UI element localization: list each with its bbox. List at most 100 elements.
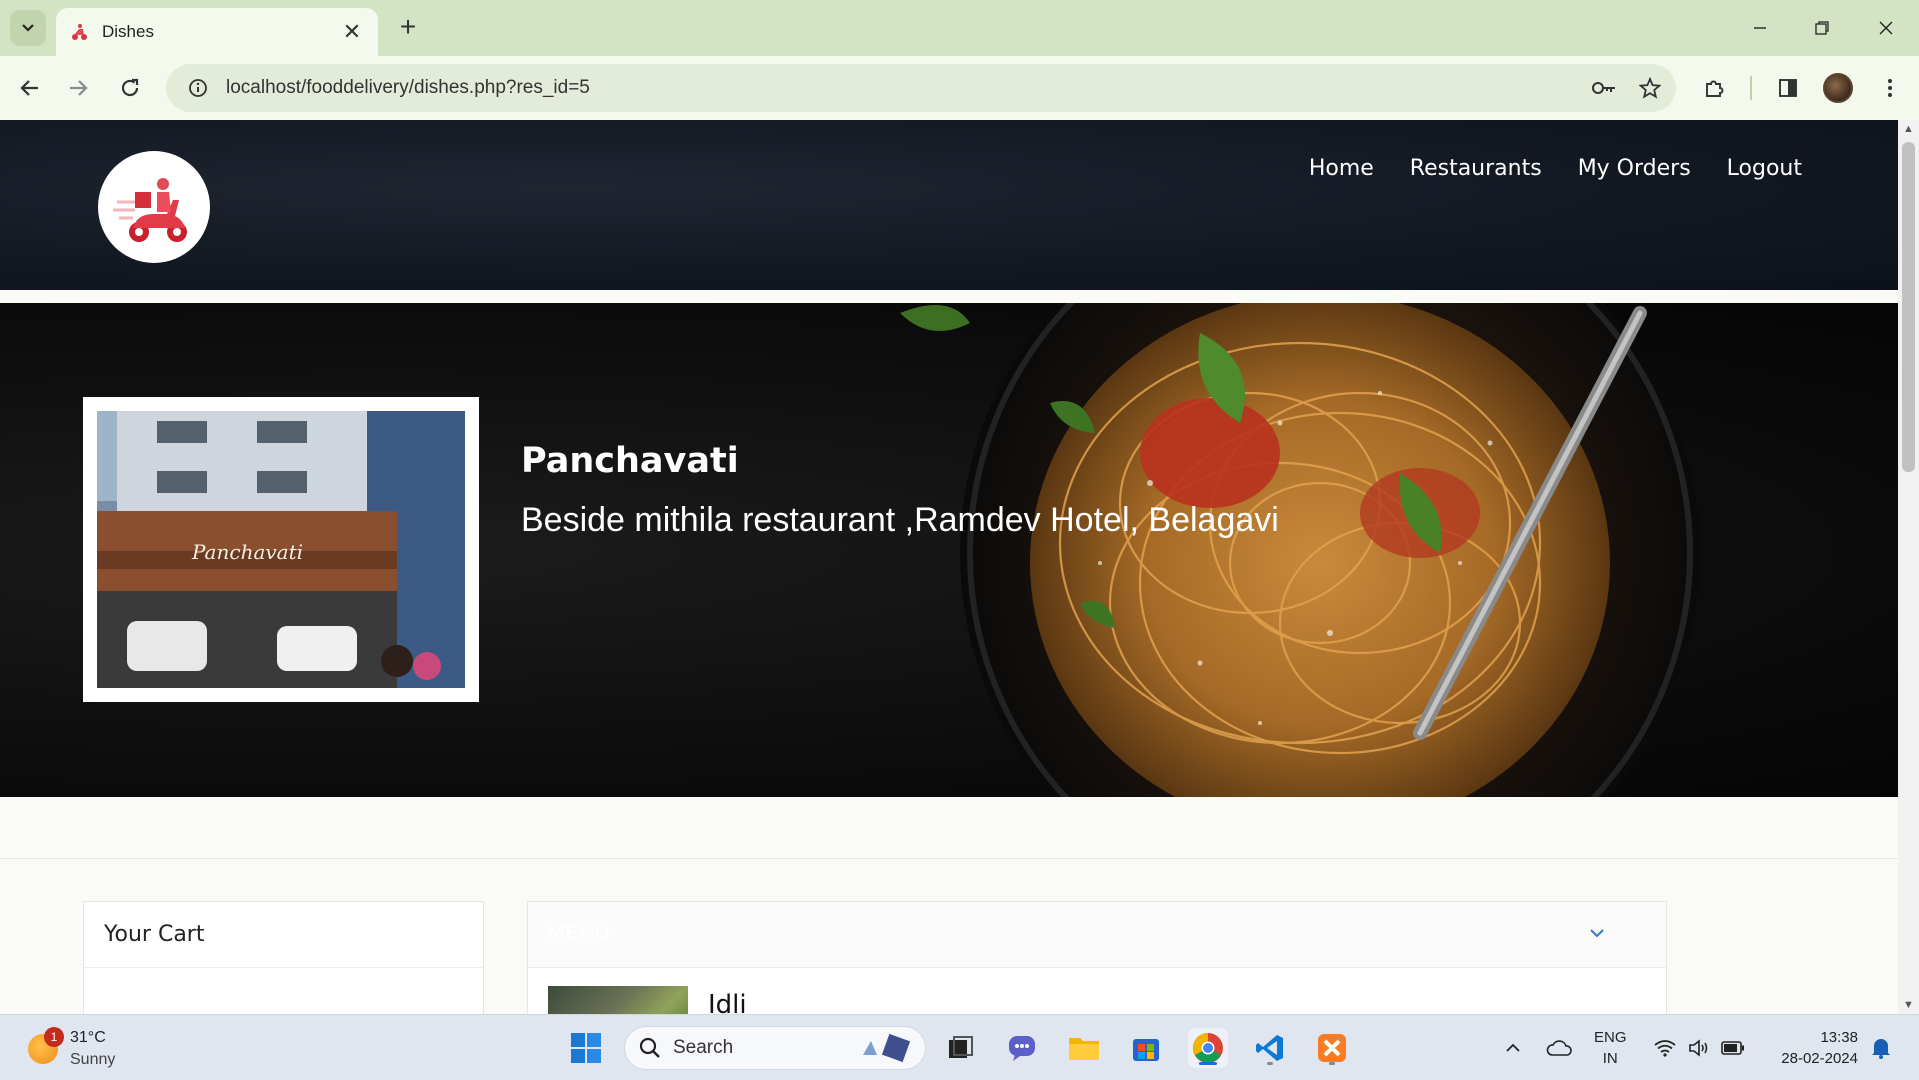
wifi-icon [1654,1040,1676,1057]
language-indicator[interactable]: ENG IN [1594,1027,1627,1069]
tab-title: Dishes [102,22,154,41]
side-panel-button[interactable] [1770,70,1806,106]
search-icon [639,1037,660,1058]
volume-button[interactable] [1684,1028,1714,1068]
url-text[interactable]: localhost/fooddelivery/dishes.php?res_id… [226,77,1584,99]
taskview-icon [949,1036,973,1058]
key-icon [1592,82,1615,94]
nav-my-orders-link[interactable]: My Orders [1578,156,1691,181]
start-button[interactable] [566,1028,606,1068]
minimize-button[interactable] [1740,10,1780,46]
clock-time: 13:38 [1820,1029,1858,1046]
active-indicator [1199,1062,1217,1065]
tab-search-button[interactable] [10,10,46,46]
windows-taskbar: 1 31°C Sunny Search ENG IN 13:38 28-02-2… [0,1014,1919,1080]
browser-tabstrip: Dishes ✕ + [0,0,1919,56]
section-divider [0,858,1898,859]
side-panel-icon [1779,79,1797,97]
taskview-button[interactable] [940,1028,980,1068]
site-info-button[interactable] [176,66,220,110]
clock-date: 28-02-2024 [1781,1050,1858,1067]
restaurant-name: Panchavati [521,441,739,481]
scooter-favicon-icon [72,24,87,40]
ms-store-button[interactable] [1126,1028,1166,1068]
toolbar-separator [1750,76,1752,100]
weather-badge: 1 [44,1027,64,1047]
onedrive-button[interactable] [1542,1028,1576,1068]
search-highlight-icon [863,1033,911,1063]
scroll-up-arrow[interactable]: ▲ [1902,122,1915,136]
menu-panel: MENU Idli [527,901,1667,1014]
chevron-down-icon [22,24,34,32]
chat-icon [1009,1036,1035,1061]
reload-button[interactable] [112,70,148,106]
browser-tab-dishes[interactable]: Dishes ✕ [56,8,378,56]
nav-logout-link[interactable]: Logout [1727,156,1802,181]
nav-restaurants-link[interactable]: Restaurants [1410,156,1542,181]
new-tab-button[interactable]: + [392,12,424,44]
windows-logo-icon [571,1033,601,1063]
chrome-menu-button[interactable] [1872,70,1908,106]
delivery-scooter-logo-icon [113,178,187,242]
site-logo[interactable] [98,151,210,263]
vscode-button[interactable] [1250,1028,1290,1068]
xampp-button[interactable] [1312,1028,1352,1068]
lang-line2: IN [1602,1050,1618,1067]
tab-close-icon[interactable]: ✕ [340,19,364,45]
menu-header[interactable]: MENU [528,902,1666,968]
nav-home-link[interactable]: Home [1309,156,1374,181]
file-explorer-button[interactable] [1064,1028,1104,1068]
restore-icon [1815,21,1829,35]
chevron-down-icon[interactable] [1588,924,1606,942]
speaker-icon [1689,1039,1708,1057]
cloud-icon [1546,1040,1572,1056]
extensions-button[interactable] [1696,70,1732,106]
running-indicator [1329,1062,1335,1065]
battery-icon [1721,1041,1744,1055]
chat-app-button[interactable] [1002,1028,1042,1068]
wifi-button[interactable] [1650,1028,1680,1068]
battery-button[interactable] [1718,1028,1748,1068]
weather-condition: Sunny [70,1051,116,1068]
system-clock[interactable]: 13:38 28-02-2024 [1768,1027,1858,1069]
scroll-down-arrow[interactable]: ▼ [1902,998,1915,1012]
chevron-up-icon [1506,1043,1520,1052]
scrollbar-thumb[interactable] [1902,142,1915,472]
profile-button[interactable] [1820,70,1856,106]
bookmark-star-button[interactable] [1630,68,1670,108]
weather-widget[interactable]: 1 31°C Sunny [24,1025,154,1071]
menu-title: MENU [548,922,611,944]
page-scrollbar[interactable]: ▲ ▼ [1898,120,1919,1014]
notifications-button[interactable] [1864,1028,1898,1068]
cart-title: Your Cart [84,902,483,968]
bell-icon [1872,1039,1890,1059]
address-bar[interactable]: localhost/fooddelivery/dishes.php?res_id… [166,64,1676,112]
taskbar-search-label: Search [673,1037,734,1058]
star-icon [1639,77,1661,99]
restaurant-photo: Panchavati [97,411,465,688]
store-icon [1133,1039,1159,1061]
cart-panel: Your Cart [83,901,484,1014]
chrome-taskbar-button[interactable] [1188,1028,1228,1068]
reload-icon [121,78,139,97]
kebab-menu-icon [1888,79,1892,97]
back-button[interactable] [12,70,48,106]
close-window-button[interactable] [1866,10,1906,46]
arrow-left-icon [20,80,38,96]
taskbar-search[interactable]: Search [624,1026,926,1070]
folder-icon [1069,1038,1099,1060]
vscode-icon [1256,1035,1283,1061]
tray-overflow-button[interactable] [1496,1028,1530,1068]
minimize-icon [1754,27,1766,29]
restaurant-address: Beside mithila restaurant ,Ramdev Hotel,… [521,501,1279,539]
restore-button[interactable] [1802,10,1842,46]
site-header: Home Restaurants My Orders Logout [0,120,1898,290]
weather-temp: 31°C [70,1029,106,1046]
main-nav: Home Restaurants My Orders Logout [1309,156,1802,181]
password-key-button[interactable] [1584,68,1624,108]
dish-name: Idli [708,990,747,1014]
close-icon [1879,21,1893,35]
arrow-right-icon [70,80,88,96]
forward-button[interactable] [60,70,96,106]
info-icon [189,79,207,97]
